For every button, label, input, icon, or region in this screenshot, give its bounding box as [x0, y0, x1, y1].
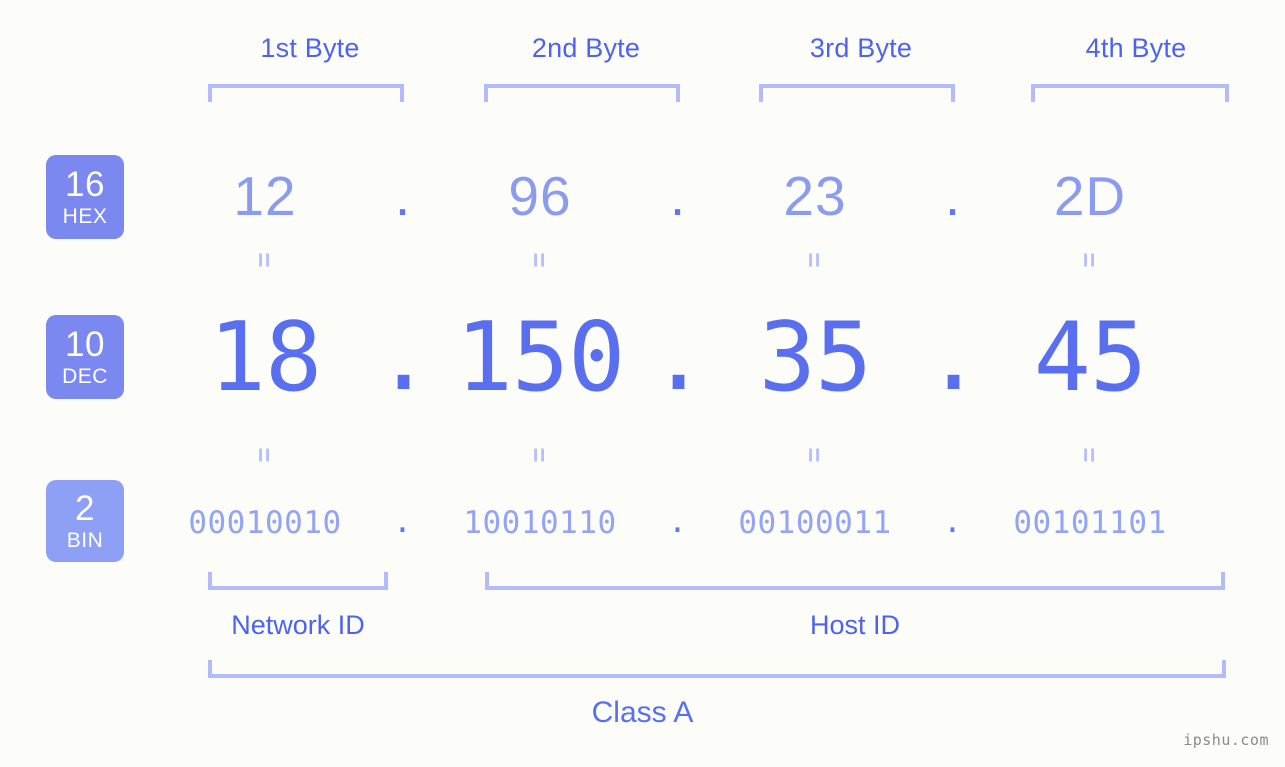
hex-octet-3: 23 [783, 165, 847, 227]
hex-dot-1: . [394, 164, 411, 227]
site-watermark: ipshu.com [1183, 731, 1269, 749]
equality-row-dec-bin: = = = = [155, 438, 1245, 472]
dec-value-row: 18 . 150 . 35 . 45 [155, 300, 1245, 415]
host-id-bracket [485, 572, 1225, 590]
byte-header-3: 3rd Byte [809, 33, 913, 63]
radix-badge-bin-name: BIN [66, 529, 104, 552]
byte-header-1: 1st Byte [260, 33, 360, 63]
equals-mark-5: = [250, 447, 280, 463]
byte-bracket-3 [759, 84, 955, 102]
byte-bracket-4 [1031, 84, 1229, 102]
dec-dot-1: . [375, 301, 433, 412]
bin-octet-4: 00101101 [1013, 505, 1167, 541]
hex-octet-2: 96 [508, 165, 572, 227]
bin-octet-3: 00100011 [738, 505, 892, 541]
radix-badge-hex: 16 HEX [46, 155, 124, 239]
equals-mark-2: = [525, 252, 555, 268]
equals-mark-1: = [250, 252, 280, 268]
hex-octet-1: 12 [233, 165, 297, 227]
radix-badge-bin: 2 BIN [46, 480, 124, 562]
hex-octet-4: 2D [1053, 165, 1127, 227]
dec-dot-3: . [925, 301, 983, 412]
bin-value-row: 00010010 . 10010110 . 00100011 . 0010110… [155, 495, 1245, 551]
bin-dot-2: . [668, 504, 687, 541]
equals-mark-7: = [800, 447, 830, 463]
host-id-label: Host ID [809, 610, 901, 640]
dec-octet-3: 35 [758, 302, 872, 413]
radix-badge-bin-base: 2 [75, 489, 95, 528]
radix-badge-dec-base: 10 [65, 325, 105, 364]
dec-octet-2: 150 [455, 302, 626, 413]
hex-dot-3: . [944, 164, 961, 227]
class-bracket [208, 660, 1226, 678]
byte-bracket-1 [208, 84, 404, 102]
network-id-label: Network ID [231, 610, 365, 640]
hex-value-row: 12 . 96 . 23 . 2D [155, 152, 1245, 240]
class-label: Class A [591, 696, 694, 729]
dec-octet-1: 18 [208, 302, 322, 413]
equals-mark-8: = [1075, 447, 1105, 463]
equals-mark-6: = [525, 447, 555, 463]
byte-bracket-2 [484, 84, 680, 102]
radix-badge-dec: 10 DEC [46, 315, 124, 399]
dec-octet-4: 45 [1033, 302, 1147, 413]
equals-mark-3: = [800, 252, 830, 268]
ip-address-diagram: 1st Byte 2nd Byte 3rd Byte 4th Byte 16 H… [0, 0, 1285, 767]
equality-row-hex-dec: = = = = [155, 243, 1245, 277]
radix-badge-hex-name: HEX [62, 205, 108, 228]
equals-mark-4: = [1075, 252, 1105, 268]
dec-dot-2: . [650, 301, 708, 412]
bin-dot-3: . [943, 504, 962, 541]
bin-octet-2: 10010110 [463, 505, 617, 541]
hex-dot-2: . [669, 164, 686, 227]
radix-badge-hex-base: 16 [65, 165, 105, 204]
network-id-bracket [208, 572, 388, 590]
byte-header-4: 4th Byte [1085, 33, 1187, 63]
bin-dot-1: . [393, 504, 412, 541]
bin-octet-1: 00010010 [188, 505, 342, 541]
byte-header-2: 2nd Byte [531, 33, 641, 63]
radix-badge-dec-name: DEC [62, 365, 108, 388]
